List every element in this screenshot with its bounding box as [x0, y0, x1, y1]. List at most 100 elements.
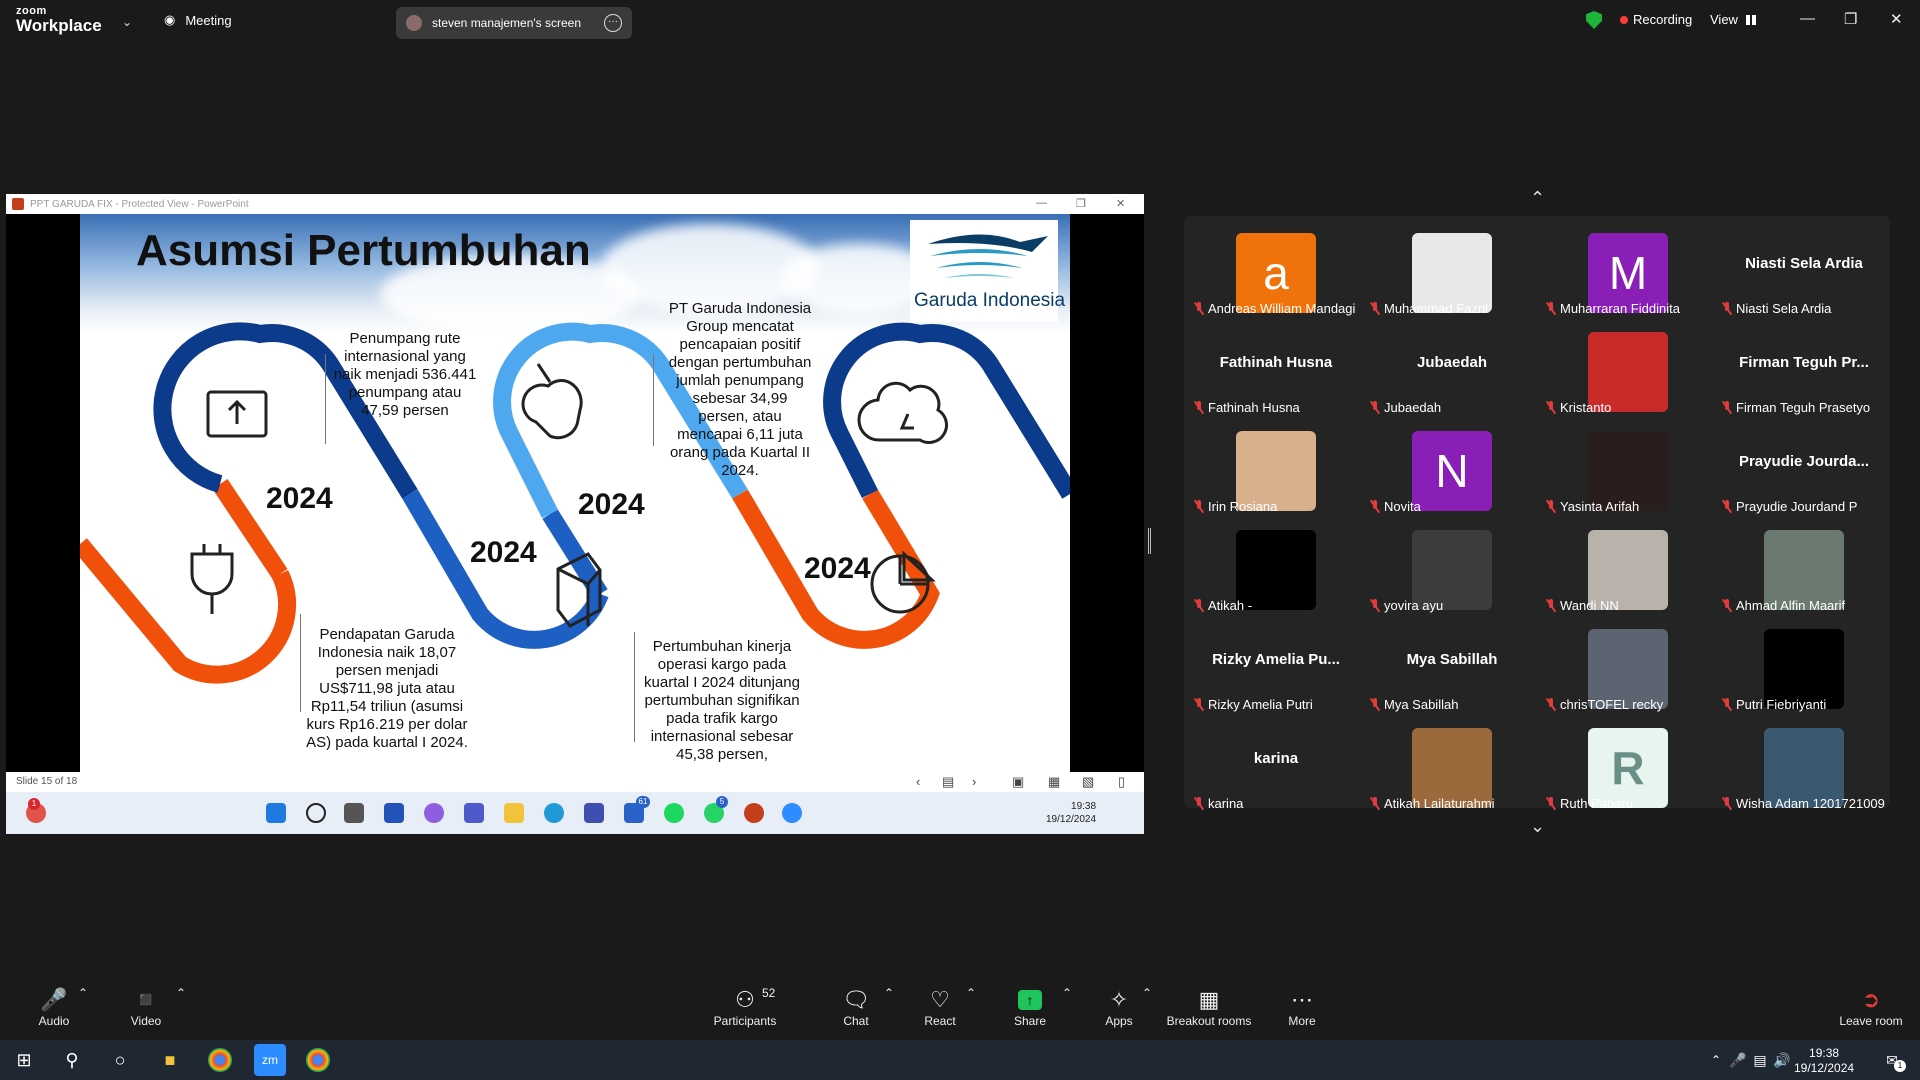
participant-name-label: Putri Fiebriyanti — [1722, 697, 1826, 712]
chevron-down-icon[interactable]: ⌄ — [1530, 816, 1545, 837]
participant-display-name: Mya Sabillah — [1406, 651, 1498, 668]
participant-tile[interactable]: Rizky Amelia Pu... Rizky Amelia Putri — [1188, 618, 1364, 717]
participant-tile[interactable]: Mya Sabillah Mya Sabillah — [1364, 618, 1540, 717]
more-options-icon[interactable]: ··· — [604, 14, 622, 32]
participant-tile[interactable]: yovira ayu — [1364, 519, 1540, 618]
clock: 19:38 19/12/2024 — [1046, 801, 1097, 825]
breakout-rooms-button[interactable]: ▦ Breakout rooms — [1166, 986, 1252, 1028]
restore-icon[interactable]: ❐ — [1844, 10, 1857, 28]
timeline-segment-orange-1 — [80, 538, 296, 684]
chevron-up-icon[interactable]: ⌃ — [966, 986, 976, 1000]
participant-tile[interactable]: Muhammad Fazril — [1364, 222, 1540, 321]
leave-room-button[interactable]: ➲ Leave room — [1838, 986, 1904, 1028]
chevron-up-icon[interactable]: ⌃ — [1704, 1048, 1728, 1072]
participant-tile[interactable]: Jubaedah Jubaedah — [1364, 321, 1540, 420]
chevron-up-icon[interactable]: ⌃ — [176, 986, 186, 1000]
participant-tile[interactable]: Fathinah Husna Fathinah Husna — [1188, 321, 1364, 420]
breakout-rooms-icon: ▦ — [1198, 987, 1220, 1012]
slideshow-icon: ▯ — [1118, 774, 1126, 789]
shared-screen: PPT GARUDA FIX - Protected View - PowerP… — [6, 194, 1144, 834]
participant-tile[interactable]: Ahmad Alfin Maarif — [1716, 519, 1892, 618]
participant-tile[interactable]: Firman Teguh Pr... Firman Teguh Prasetyo — [1716, 321, 1892, 420]
participant-tile[interactable]: chrisTOFEL recky — [1540, 618, 1716, 717]
participant-display-name: Fathinah Husna — [1219, 354, 1333, 371]
slide-sorter-icon: ▦ — [1048, 774, 1061, 789]
audio-button[interactable]: 🎤 Audio — [34, 986, 74, 1028]
apps-button[interactable]: ✧ Apps — [1102, 986, 1136, 1028]
participant-name-label: Ahmad Alfin Maarif — [1722, 598, 1845, 613]
garuda-logo: Garuda Indonesia — [910, 220, 1065, 322]
react-button[interactable]: ♡ React — [922, 986, 958, 1028]
chevron-up-icon[interactable]: ⌃ — [1062, 986, 1072, 1000]
slide-text-revenue: Pendapatan Garuda Indonesia naik 18,07 p… — [306, 626, 468, 751]
encryption-shield-icon[interactable] — [1586, 11, 1602, 29]
zoom-icon[interactable]: zm — [254, 1044, 286, 1076]
participant-tile[interactable]: Atikah Lailaturahmi — [1364, 717, 1540, 816]
minimize-icon: — — [1036, 197, 1047, 209]
participant-tile[interactable]: Wisha Adam 1201721009 — [1716, 717, 1892, 816]
search-icon[interactable]: ⚲ — [60, 1048, 84, 1072]
windows-taskbar: ⊞ ⚲ ○ ■ zm ⌃ 🎤 ▤ 🔊 19:38 19/12/2024 ✉ 1 — [0, 1040, 1920, 1080]
participant-tile[interactable]: Niasti Sela Ardia Niasti Sela Ardia — [1716, 222, 1892, 321]
file-explorer-icon[interactable]: ■ — [158, 1048, 182, 1072]
chrome-icon[interactable] — [306, 1048, 330, 1072]
participant-tile[interactable]: N Novita — [1364, 420, 1540, 519]
chat-button[interactable]: 🗨 Chat — [838, 986, 874, 1028]
participant-name-label: Fathinah Husna — [1194, 400, 1300, 415]
participant-tile[interactable]: a Andreas William Mandagi — [1188, 222, 1364, 321]
participants-button[interactable]: ⚇ 52 Participants — [712, 986, 778, 1028]
mic-icon[interactable]: 🎤 — [1726, 1048, 1750, 1072]
participant-name-label: Atikah - — [1194, 598, 1252, 613]
screen-share-pill[interactable]: steven manajemen's screen ··· — [396, 7, 632, 39]
participant-tile[interactable]: Irin Rosiana — [1188, 420, 1364, 519]
participant-name: Novita — [1384, 499, 1421, 514]
participant-tile[interactable]: Putri Fiebriyanti — [1716, 618, 1892, 717]
network-icon[interactable]: ▤ — [1748, 1048, 1772, 1072]
volume-icon[interactable]: 🔊 — [1770, 1048, 1794, 1072]
participant-tile[interactable]: Wandi NN — [1540, 519, 1716, 618]
recording-indicator[interactable]: Recording — [1620, 12, 1692, 27]
cortana-icon[interactable]: ○ — [108, 1048, 132, 1072]
view-button[interactable]: View — [1710, 12, 1756, 27]
mic-muted-icon — [1194, 797, 1204, 810]
windows-start-icon[interactable]: ⊞ — [12, 1048, 36, 1072]
participant-tile[interactable]: R Ruth Pabaru — [1540, 717, 1716, 816]
participant-tile[interactable]: Prayudie Jourda... Prayudie Jourdand P — [1716, 420, 1892, 519]
minimize-icon[interactable]: — — [1800, 10, 1815, 27]
chrome-icon[interactable] — [208, 1048, 232, 1072]
chevron-up-icon[interactable]: ⌃ — [1142, 986, 1152, 1000]
chevron-up-icon[interactable]: ⌃ — [1530, 188, 1545, 209]
chevron-down-icon[interactable]: ⌄ — [122, 15, 132, 29]
paw-icon: ◉ — [164, 12, 176, 27]
share-button[interactable]: ↑ Share — [1012, 986, 1048, 1028]
clock[interactable]: 19:38 19/12/2024 — [1794, 1046, 1854, 1076]
participant-name: Niasti Sela Ardia — [1736, 301, 1832, 316]
participant-tile[interactable]: Atikah - — [1188, 519, 1364, 618]
close-icon[interactable]: ✕ — [1890, 10, 1903, 28]
participant-tile[interactable]: Yasinta Arifah — [1540, 420, 1716, 519]
participant-tile[interactable]: M Muharraran Fiddinita — [1540, 222, 1716, 321]
participant-tile[interactable]: karina karina — [1188, 717, 1364, 816]
resize-handle[interactable] — [1148, 528, 1151, 554]
participant-name: Yasinta Arifah — [1560, 499, 1640, 514]
participant-name-label: Kristanto — [1546, 400, 1611, 415]
chevron-up-icon[interactable]: ⌃ — [884, 986, 894, 1000]
mic-muted-icon — [1194, 302, 1204, 315]
participant-name: Rizky Amelia Putri — [1208, 697, 1313, 712]
video-off-icon: ◾ — [132, 987, 160, 1012]
meeting-menu[interactable]: ◉ Meeting — [164, 12, 232, 28]
participant-name-label: Mya Sabillah — [1370, 697, 1458, 712]
participant-tile[interactable]: Kristanto — [1540, 321, 1716, 420]
heart-icon: ♡ — [930, 987, 950, 1012]
mic-muted-icon — [1370, 401, 1380, 414]
chevron-up-icon[interactable]: ⌃ — [78, 986, 88, 1000]
mic-muted-icon — [1194, 500, 1204, 513]
participant-name-label: Yasinta Arifah — [1546, 499, 1639, 514]
participant-gallery: a Andreas William Mandagi Muhammad Fazril M… — [1184, 216, 1892, 811]
mic-muted-icon — [1722, 698, 1732, 711]
zoom-logo: zoom Workplace — [16, 5, 102, 35]
mic-muted-icon — [1370, 599, 1380, 612]
more-button[interactable]: ⋯ More — [1286, 986, 1318, 1028]
video-button[interactable]: ◾ Video — [126, 986, 166, 1028]
participant-name-label: Prayudie Jourdand P — [1722, 499, 1857, 514]
